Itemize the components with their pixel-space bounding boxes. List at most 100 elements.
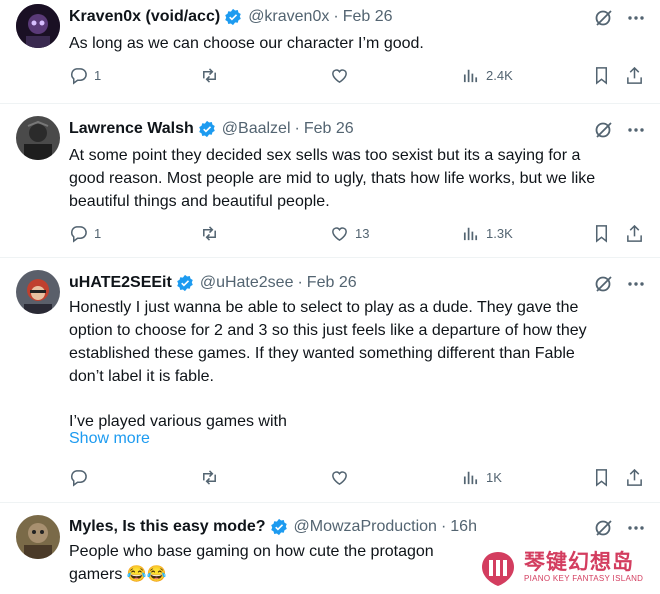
watermark-icon: [482, 552, 514, 586]
like-count: 13: [355, 226, 370, 241]
user-handle[interactable]: @kraven0x: [248, 8, 329, 26]
display-name[interactable]: Myles, Is this easy mode?: [69, 518, 266, 536]
tweet-1[interactable]: Kraven0x (void/acc) @kraven0x · Feb 26 A…: [0, 0, 660, 104]
action-bar: 1K: [69, 468, 644, 490]
views-button[interactable]: 1.3K: [461, 224, 513, 243]
watermark-title: 琴键幻想岛: [524, 550, 634, 574]
heart-icon: [332, 471, 347, 486]
share-icon: [627, 224, 642, 242]
tweet-3[interactable]: uHATE2SEEit @uHate2see · Feb 26 Honestly…: [0, 258, 660, 503]
share-button[interactable]: [625, 468, 644, 487]
avatar[interactable]: [16, 515, 60, 559]
tweet-header: Myles, Is this easy mode? @MowzaProducti…: [69, 516, 477, 538]
views-count: 1.3K: [486, 226, 513, 241]
tweet-line: established these games. If they wanted …: [69, 345, 575, 362]
show-more-link[interactable]: Show more: [69, 430, 150, 448]
heart-icon: [332, 69, 347, 84]
bookmark-icon: [595, 67, 608, 85]
like-button[interactable]: [330, 66, 355, 85]
bookmark-button[interactable]: [592, 66, 611, 85]
display-name[interactable]: Lawrence Walsh: [69, 120, 194, 138]
views-button[interactable]: 1K: [461, 468, 502, 487]
reply-icon: [71, 470, 87, 487]
repost-button[interactable]: [200, 66, 219, 85]
views-count: 1K: [486, 470, 502, 485]
more-icon[interactable]: [626, 8, 646, 33]
reply-icon: [71, 226, 87, 243]
avatar[interactable]: [16, 116, 60, 160]
share-button[interactable]: [625, 224, 644, 243]
reply-button[interactable]: 1: [69, 224, 101, 243]
tweet-text: As long as we can choose our character I…: [69, 32, 644, 55]
timestamp[interactable]: Feb 26: [304, 120, 354, 138]
tweet-line: Honestly I just wanna be able to select …: [69, 299, 579, 316]
tweet-top-icons: [594, 120, 646, 145]
grok-icon[interactable]: [594, 120, 614, 145]
repost-icon: [203, 68, 216, 83]
separator-dot: ·: [297, 274, 303, 291]
tweet-line: beautiful things and beautiful people.: [69, 193, 330, 210]
repost-button[interactable]: [200, 224, 219, 243]
tweet-2[interactable]: Lawrence Walsh @Baalzel · Feb 26 At some…: [0, 104, 660, 258]
reply-button[interactable]: 1: [69, 66, 101, 85]
bookmark-button[interactable]: [592, 224, 611, 243]
user-handle[interactable]: @Baalzel: [222, 120, 291, 138]
separator-dot: ·: [333, 8, 339, 25]
display-name[interactable]: Kraven0x (void/acc): [69, 8, 220, 26]
bookmark-button[interactable]: [592, 468, 611, 487]
reply-icon: [71, 68, 87, 85]
display-name[interactable]: uHATE2SEEit: [69, 274, 172, 292]
share-button[interactable]: [625, 66, 644, 85]
verified-badge-icon: [198, 120, 216, 138]
tweet-line: option to choose for 2 and 3 so this jus…: [69, 322, 587, 339]
bookmark-icon: [595, 225, 608, 243]
views-icon: [463, 471, 478, 485]
tweet-header: Kraven0x (void/acc) @kraven0x · Feb 26: [69, 6, 393, 28]
avatar[interactable]: [16, 4, 60, 48]
tweet-header: Lawrence Walsh @Baalzel · Feb 26: [69, 118, 354, 140]
reply-count: 1: [94, 226, 102, 241]
views-count: 2.4K: [486, 68, 513, 83]
tweet-line: good reason. Most people are mid to ugly…: [69, 170, 596, 187]
like-button[interactable]: [330, 468, 349, 487]
reply-button[interactable]: [69, 468, 88, 487]
reply-count: 1: [94, 68, 102, 83]
tweet-line: don’t label it is fable.: [69, 368, 214, 385]
user-handle[interactable]: @uHate2see: [200, 274, 294, 292]
separator-dot: ·: [294, 120, 300, 137]
repost-icon: [203, 226, 216, 241]
repost-button[interactable]: [200, 468, 219, 487]
repost-icon: [203, 470, 216, 485]
tweet-line: As long as we can choose our character I…: [69, 35, 424, 52]
views-button[interactable]: 2.4K: [461, 66, 513, 85]
tweet-text: At some point they decided sex sells was…: [69, 144, 644, 213]
verified-badge-icon: [176, 274, 194, 292]
action-bar: 1 13 1.3K: [69, 224, 644, 246]
verified-badge-icon: [270, 518, 288, 536]
bookmark-icon: [595, 469, 608, 487]
tweet-line: At some point they decided sex sells was…: [69, 147, 581, 164]
avatar[interactable]: [16, 270, 60, 314]
user-handle[interactable]: @MowzaProduction: [294, 518, 437, 536]
tweet-line: I’ve played various games with: [69, 413, 287, 430]
like-button[interactable]: 13: [330, 224, 369, 243]
verified-badge-icon: [224, 8, 242, 26]
views-icon: [463, 69, 478, 83]
watermark-logo: 琴键幻想岛 PIANO KEY FANTASY ISLAND: [478, 546, 658, 590]
timestamp[interactable]: Feb 26: [343, 8, 393, 26]
tweet-text: Honestly I just wanna be able to select …: [69, 296, 644, 433]
tweet-top-icons: [594, 8, 646, 33]
heart-icon: [332, 227, 347, 242]
timestamp[interactable]: 16h: [450, 518, 477, 536]
watermark-subtitle: PIANO KEY FANTASY ISLAND: [524, 574, 644, 583]
tweet-header: uHATE2SEEit @uHate2see · Feb 26: [69, 272, 357, 294]
share-icon: [627, 468, 642, 486]
share-icon: [627, 66, 642, 84]
views-icon: [463, 227, 478, 241]
more-icon[interactable]: [626, 120, 646, 145]
timestamp[interactable]: Feb 26: [307, 274, 357, 292]
action-bar: 1 2.4K: [69, 66, 644, 88]
grok-icon[interactable]: [594, 8, 614, 33]
separator-dot: ·: [440, 518, 447, 535]
